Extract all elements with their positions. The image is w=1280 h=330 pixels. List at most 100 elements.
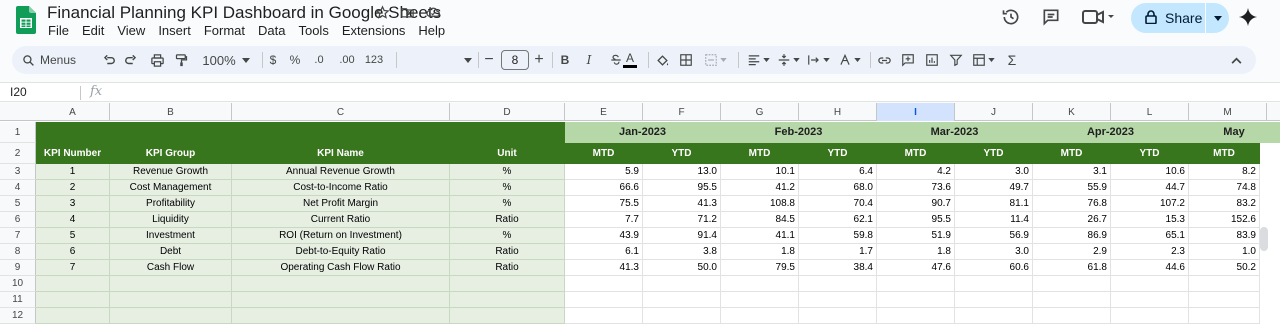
kpi-name-cell[interactable]: Current Ratio	[232, 212, 450, 228]
empty-cell[interactable]	[450, 292, 565, 308]
kpi-value-cell[interactable]: 91.4	[643, 228, 721, 244]
kpi-value-cell[interactable]: 51.9	[877, 228, 955, 244]
increase-decimal-button[interactable]: .00	[334, 46, 360, 74]
kpi-value-cell[interactable]: 55.9	[1033, 180, 1111, 196]
kpi-value-cell[interactable]: 44.7	[1111, 180, 1189, 196]
empty-cell[interactable]	[110, 308, 232, 324]
version-history-icon[interactable]	[1000, 6, 1022, 28]
kpi-value-cell[interactable]: 81.1	[955, 196, 1033, 212]
column-header-a[interactable]: A	[36, 103, 110, 121]
bold-button[interactable]: B	[556, 46, 574, 74]
column-header-i[interactable]: I	[877, 103, 955, 121]
kpi-value-cell[interactable]: 76.8	[1033, 196, 1111, 212]
title-band-cell[interactable]	[36, 122, 565, 143]
header-ytd[interactable]: YTD	[799, 143, 877, 164]
kpi-value-cell[interactable]: 7.7	[565, 212, 643, 228]
text-rotation-icon[interactable]	[834, 46, 864, 74]
empty-cell[interactable]	[1189, 308, 1260, 324]
header-mtd[interactable]: MTD	[565, 143, 643, 164]
month-header[interactable]: Jan-2023	[565, 122, 721, 143]
row-header-9[interactable]: 9	[0, 260, 36, 276]
kpi-name-cell[interactable]: Cost-to-Income Ratio	[232, 180, 450, 196]
kpi-value-cell[interactable]: 90.7	[877, 196, 955, 212]
kpi-value-cell[interactable]: 74.8	[1189, 180, 1260, 196]
empty-cell[interactable]	[36, 308, 110, 324]
empty-cell[interactable]	[1111, 292, 1189, 308]
kpi-number-cell[interactable]: 3	[36, 196, 110, 212]
kpi-group-cell[interactable]: Debt	[110, 244, 232, 260]
month-header[interactable]: Apr-2023	[1033, 122, 1189, 143]
empty-cell[interactable]	[565, 276, 643, 292]
kpi-value-cell[interactable]: 8.2	[1189, 164, 1260, 180]
kpi-number-cell[interactable]: 4	[36, 212, 110, 228]
empty-cell[interactable]	[721, 292, 799, 308]
column-header-b[interactable]: B	[110, 103, 232, 121]
kpi-value-cell[interactable]: 95.5	[643, 180, 721, 196]
kpi-value-cell[interactable]: 86.9	[1033, 228, 1111, 244]
kpi-value-cell[interactable]: 26.7	[1033, 212, 1111, 228]
insert-chart-icon[interactable]	[922, 46, 942, 74]
kpi-group-cell[interactable]: Cost Management	[110, 180, 232, 196]
menu-view[interactable]: View	[117, 23, 145, 38]
empty-cell[interactable]	[643, 276, 721, 292]
kpi-value-cell[interactable]: 66.6	[565, 180, 643, 196]
kpi-value-cell[interactable]: 41.1	[721, 228, 799, 244]
text-wrapping-icon[interactable]	[804, 46, 832, 74]
empty-cell[interactable]	[232, 308, 450, 324]
empty-cell[interactable]	[955, 276, 1033, 292]
kpi-value-cell[interactable]: 3.0	[955, 244, 1033, 260]
header-mtd[interactable]: MTD	[1189, 143, 1260, 164]
undo-icon[interactable]	[100, 46, 118, 74]
vertical-align-icon[interactable]	[774, 46, 802, 74]
menu-format[interactable]: Format	[204, 23, 245, 38]
star-icon[interactable]	[374, 4, 391, 21]
kpi-value-cell[interactable]: 3.1	[1033, 164, 1111, 180]
kpi-value-cell[interactable]: 2.3	[1111, 244, 1189, 260]
empty-cell[interactable]	[1189, 276, 1260, 292]
kpi-value-cell[interactable]: 50.0	[643, 260, 721, 276]
kpi-number-cell[interactable]: 6	[36, 244, 110, 260]
kpi-number-cell[interactable]: 1	[36, 164, 110, 180]
spreadsheet-grid[interactable]: ABCDEFGHIJKLM 1 2 3 4 5 6 7 8 9 10 11 12 Jan-2023 Feb…	[0, 103, 1280, 330]
row-header-1[interactable]: 1	[0, 122, 36, 143]
kpi-value-cell[interactable]: 75.5	[565, 196, 643, 212]
header-ytd[interactable]: YTD	[1111, 143, 1189, 164]
column-header-g[interactable]: G	[721, 103, 799, 121]
percent-format-button[interactable]: %	[286, 46, 304, 74]
empty-cell[interactable]	[1033, 292, 1111, 308]
kpi-unit-cell[interactable]: Ratio	[450, 260, 565, 276]
kpi-value-cell[interactable]: 3.8	[643, 244, 721, 260]
functions-sigma-icon[interactable]: Σ	[1002, 46, 1022, 74]
kpi-value-cell[interactable]: 41.3	[643, 196, 721, 212]
kpi-value-cell[interactable]: 73.6	[877, 180, 955, 196]
kpi-value-cell[interactable]: 6.4	[799, 164, 877, 180]
kpi-group-cell[interactable]: Investment	[110, 228, 232, 244]
header-mtd[interactable]: MTD	[1033, 143, 1111, 164]
kpi-value-cell[interactable]: 79.5	[721, 260, 799, 276]
header-mtd[interactable]: MTD	[877, 143, 955, 164]
redo-icon[interactable]	[122, 46, 140, 74]
kpi-group-cell[interactable]: Revenue Growth	[110, 164, 232, 180]
empty-cell[interactable]	[877, 276, 955, 292]
insert-link-icon[interactable]	[874, 46, 894, 74]
kpi-group-cell[interactable]: Liquidity	[110, 212, 232, 228]
kpi-value-cell[interactable]: 108.8	[721, 196, 799, 212]
decrease-decimal-button[interactable]: .0	[308, 46, 330, 74]
borders-icon[interactable]	[676, 46, 696, 74]
empty-cell[interactable]	[565, 308, 643, 324]
header-ytd[interactable]: YTD	[955, 143, 1033, 164]
empty-cell[interactable]	[1033, 276, 1111, 292]
kpi-value-cell[interactable]: 62.1	[799, 212, 877, 228]
header-mtd[interactable]: MTD	[721, 143, 799, 164]
kpi-value-cell[interactable]: 84.5	[721, 212, 799, 228]
column-header-l[interactable]: L	[1111, 103, 1189, 121]
column-header-j[interactable]: J	[955, 103, 1033, 121]
empty-cell[interactable]	[721, 276, 799, 292]
row-header-4[interactable]: 4	[0, 180, 36, 196]
menu-help[interactable]: Help	[418, 23, 445, 38]
italic-button[interactable]: I	[580, 46, 598, 74]
kpi-value-cell[interactable]: 3.0	[955, 164, 1033, 180]
kpi-unit-cell[interactable]: %	[450, 228, 565, 244]
menu-data[interactable]: Data	[258, 23, 285, 38]
month-header[interactable]: Mar-2023	[877, 122, 1033, 143]
